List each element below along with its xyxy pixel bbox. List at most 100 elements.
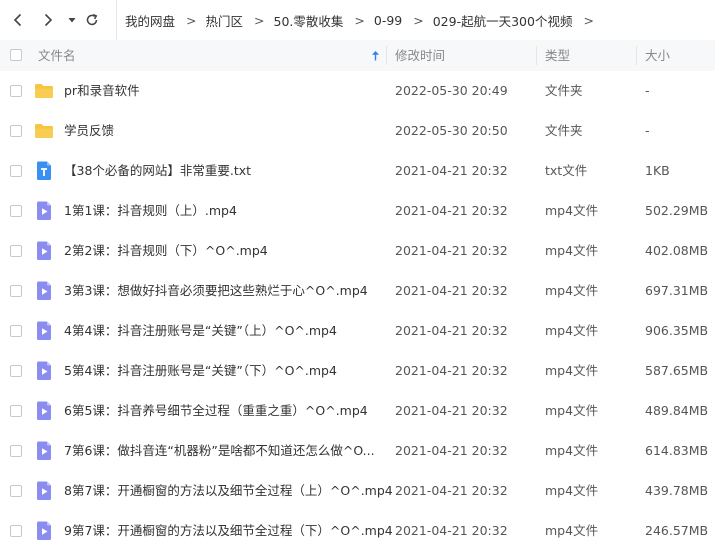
file-row[interactable]: 学员反馈 2022-05-30 20:50 文件夹 - xyxy=(0,111,715,151)
file-type: mp4文件 xyxy=(545,443,599,458)
file-type: 文件夹 xyxy=(545,83,583,98)
up-arrow-icon[interactable] xyxy=(371,50,380,61)
file-size: 402.08MB xyxy=(645,243,709,258)
file-name[interactable]: 1第1课：抖音规则（上）.mp4 xyxy=(64,191,237,231)
breadcrumb-separator: > xyxy=(583,12,594,28)
file-size: 614.83MB xyxy=(645,443,709,458)
breadcrumb: 我的网盘 > 热门区 > 50.零散收集 > 0-99 > 029-起航一天30… xyxy=(116,0,603,40)
breadcrumb-separator: > xyxy=(354,12,365,28)
video-file-icon xyxy=(34,481,54,501)
back-button[interactable] xyxy=(8,10,28,30)
row-checkbox[interactable] xyxy=(10,245,22,257)
breadcrumb-item-0-99[interactable]: 0-99 xyxy=(374,13,402,28)
file-modified-time: 2021-04-21 20:32 xyxy=(395,243,508,258)
folder-icon xyxy=(34,81,54,101)
file-type: 文件夹 xyxy=(545,123,583,138)
column-header-name[interactable]: 文件名 xyxy=(38,40,76,71)
row-checkbox[interactable] xyxy=(10,365,22,377)
file-name[interactable]: 2第2课：抖音规则（下）^O^.mp4 xyxy=(64,231,268,271)
file-type: mp4文件 xyxy=(545,363,599,378)
file-name[interactable]: 【38个必备的网站】非常重要.txt xyxy=(64,151,251,191)
file-modified-time: 2021-04-21 20:32 xyxy=(395,403,508,418)
row-checkbox[interactable] xyxy=(10,405,22,417)
row-checkbox[interactable] xyxy=(10,325,22,337)
file-size: 697.31MB xyxy=(645,283,709,298)
file-name[interactable]: 6第5课：抖音养号细节全过程（重重之重）^O^.mp4 xyxy=(64,391,368,431)
chevron-right-icon xyxy=(44,13,53,27)
chevron-left-icon xyxy=(13,13,22,27)
breadcrumb-separator: > xyxy=(186,12,197,28)
file-name[interactable]: pr和录音软件 xyxy=(64,71,140,111)
file-name[interactable]: 9第7课：开通橱窗的方法以及细节全过程（下）^O^.mp4 xyxy=(64,511,393,551)
select-all-checkbox[interactable] xyxy=(10,49,22,61)
file-type: mp4文件 xyxy=(545,243,599,258)
file-size: - xyxy=(645,83,650,98)
file-size: 439.78MB xyxy=(645,483,709,498)
video-file-icon xyxy=(34,321,54,341)
file-row[interactable]: 9第7课：开通橱窗的方法以及细节全过程（下）^O^.mp4 2021-04-21 … xyxy=(0,511,715,551)
row-checkbox[interactable] xyxy=(10,285,22,297)
file-row[interactable]: 2第2课：抖音规则（下）^O^.mp4 2021-04-21 20:32 mp4文件… xyxy=(0,231,715,271)
file-size: - xyxy=(645,123,650,138)
file-type: mp4文件 xyxy=(545,283,599,298)
file-modified-time: 2022-05-30 20:49 xyxy=(395,83,508,98)
column-header-modified[interactable]: 修改时间 xyxy=(395,40,445,71)
breadcrumb-item-my-drive[interactable]: 我的网盘 xyxy=(125,11,175,30)
file-modified-time: 2021-04-21 20:32 xyxy=(395,283,508,298)
video-file-icon xyxy=(34,201,54,221)
file-row[interactable]: 8第7课：开通橱窗的方法以及细节全过程（上）^O^.mp4 2021-04-21 … xyxy=(0,471,715,511)
row-checkbox[interactable] xyxy=(10,445,22,457)
video-file-icon xyxy=(34,361,54,381)
file-type: mp4文件 xyxy=(545,203,599,218)
file-row[interactable]: 6第5课：抖音养号细节全过程（重重之重）^O^.mp4 2021-04-21 20… xyxy=(0,391,715,431)
file-name[interactable]: 3第3课：想做好抖音必须要把这些熟烂于心^O^.mp4 xyxy=(64,271,368,311)
row-checkbox[interactable] xyxy=(10,205,22,217)
file-size: 906.35MB xyxy=(645,323,709,338)
refresh-button[interactable] xyxy=(82,10,102,30)
file-type: mp4文件 xyxy=(545,523,599,538)
forward-button[interactable] xyxy=(38,10,58,30)
column-header-type[interactable]: 类型 xyxy=(545,40,570,71)
column-divider xyxy=(636,46,637,65)
row-checkbox[interactable] xyxy=(10,485,22,497)
breadcrumb-item-collection[interactable]: 50.零散收集 xyxy=(274,11,344,30)
file-type: txt文件 xyxy=(545,163,588,178)
file-name[interactable]: 5第4课：抖音注册账号是“关键”（下）^O^.mp4 xyxy=(64,351,337,391)
folder-icon xyxy=(34,121,54,141)
file-row[interactable]: 3第3课：想做好抖音必须要把这些熟烂于心^O^.mp4 2021-04-21 20… xyxy=(0,271,715,311)
row-checkbox[interactable] xyxy=(10,125,22,137)
file-name[interactable]: 8第7课：开通橱窗的方法以及细节全过程（上）^O^.mp4 xyxy=(64,471,393,511)
file-row[interactable]: 5第4课：抖音注册账号是“关键”（下）^O^.mp4 2021-04-21 20:… xyxy=(0,351,715,391)
caret-down-icon xyxy=(68,18,76,23)
file-name[interactable]: 4第4课：抖音注册账号是“关键”（上）^O^.mp4 xyxy=(64,311,337,351)
row-checkbox[interactable] xyxy=(10,165,22,177)
row-checkbox[interactable] xyxy=(10,85,22,97)
breadcrumb-separator: > xyxy=(254,12,265,28)
history-dropdown-button[interactable] xyxy=(62,10,82,30)
file-modified-time: 2021-04-21 20:32 xyxy=(395,363,508,378)
video-file-icon xyxy=(34,241,54,261)
file-type: mp4文件 xyxy=(545,483,599,498)
file-modified-time: 2021-04-21 20:32 xyxy=(395,323,508,338)
file-size: 1KB xyxy=(645,163,670,178)
video-file-icon xyxy=(34,441,54,461)
breadcrumb-item-current[interactable]: 029-起航一天300个视频 xyxy=(433,11,573,30)
column-header-size[interactable]: 大小 xyxy=(645,40,670,71)
file-row[interactable]: 4第4课：抖音注册账号是“关键”（上）^O^.mp4 2021-04-21 20:… xyxy=(0,311,715,351)
file-name[interactable]: 7第6课：做抖音连“机器粉”是啥都不知道还怎么做^O... xyxy=(64,431,375,471)
file-row[interactable]: 【38个必备的网站】非常重要.txt 2021-04-21 20:32 txt文件 1… xyxy=(0,151,715,191)
video-file-icon xyxy=(34,281,54,301)
video-file-icon xyxy=(34,401,54,421)
file-row[interactable]: 1第1课：抖音规则（上）.mp4 2021-04-21 20:32 mp4文件 502… xyxy=(0,191,715,231)
video-file-icon xyxy=(34,521,54,541)
file-row[interactable]: 7第6课：做抖音连“机器粉”是啥都不知道还怎么做^O... 2021-04-21 … xyxy=(0,431,715,471)
column-divider xyxy=(536,46,537,65)
file-row[interactable]: pr和录音软件 2022-05-30 20:49 文件夹 - xyxy=(0,71,715,111)
breadcrumb-item-hot-zone[interactable]: 热门区 xyxy=(206,11,244,30)
file-size: 489.84MB xyxy=(645,403,709,418)
row-checkbox[interactable] xyxy=(10,525,22,537)
file-name[interactable]: 学员反馈 xyxy=(64,111,114,151)
navigation-bar: 我的网盘 > 热门区 > 50.零散收集 > 0-99 > 029-起航一天30… xyxy=(0,0,715,40)
file-modified-time: 2021-04-21 20:32 xyxy=(395,203,508,218)
file-size: 502.29MB xyxy=(645,203,709,218)
